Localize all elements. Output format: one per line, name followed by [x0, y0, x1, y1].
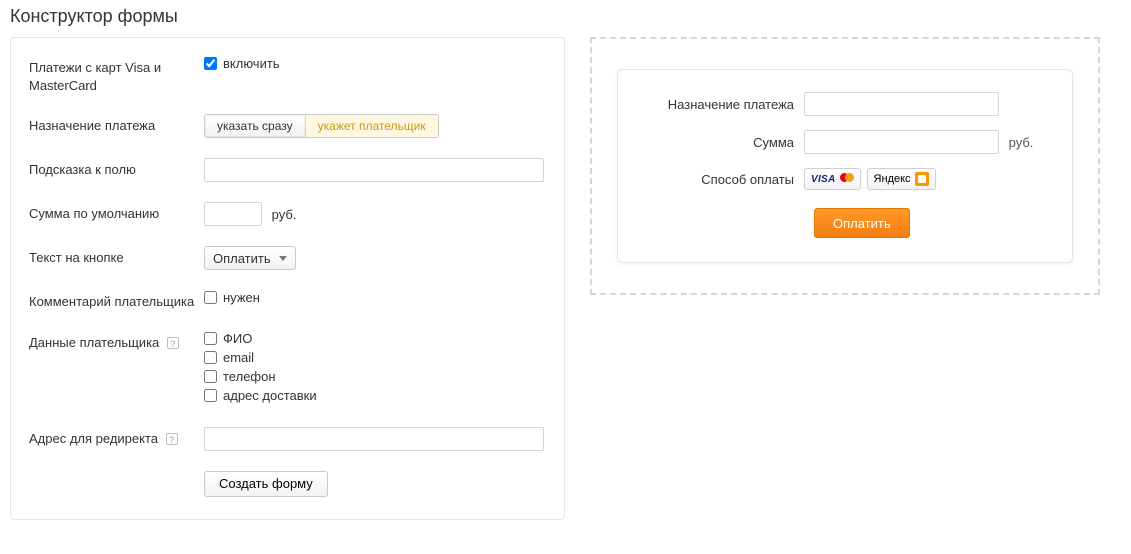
payer-phone-label: телефон — [223, 369, 276, 384]
page-title: Конструктор формы — [10, 6, 1121, 27]
mastercard-icon — [840, 173, 854, 185]
preview-amount-input[interactable] — [804, 130, 999, 154]
payer-email-label: email — [223, 350, 254, 365]
payer-address-label: адрес доставки — [223, 388, 317, 403]
payer-fio-label: ФИО — [223, 331, 252, 346]
hint-input[interactable] — [204, 158, 544, 182]
payer-phone-wrapper[interactable]: телефон — [204, 369, 546, 384]
preview-amount-label: Сумма — [644, 135, 804, 150]
comment-needed-label: нужен — [223, 290, 260, 305]
payer-phone-checkbox[interactable] — [204, 370, 217, 383]
paymethod-yandex[interactable]: Яндекс — [867, 168, 936, 190]
help-icon[interactable]: ? — [167, 337, 179, 349]
create-form-button[interactable]: Создать форму — [204, 471, 328, 497]
default-amount-input[interactable] — [204, 202, 262, 226]
preview-purpose-label: Назначение платежа — [644, 97, 804, 112]
yandex-label: Яндекс — [874, 173, 911, 185]
hint-label: Подсказка к полю — [29, 158, 204, 179]
purpose-label: Назначение платежа — [29, 114, 204, 135]
payer-data-label: Данные плательщика ? — [29, 331, 204, 352]
comment-needed-wrapper[interactable]: нужен — [204, 290, 546, 305]
cards-enable-wrapper[interactable]: включить — [204, 56, 546, 71]
cards-enable-checkbox[interactable] — [204, 57, 217, 70]
default-amount-unit: руб. — [272, 207, 297, 222]
purpose-option-payer[interactable]: укажет плательщик — [305, 115, 438, 137]
redirect-label: Адрес для редиректа ? — [29, 427, 204, 448]
preview-amount-unit: руб. — [1009, 135, 1034, 150]
help-icon[interactable]: ? — [166, 433, 178, 445]
visa-icon: VISA — [811, 174, 836, 185]
cards-label: Платежи с карт Visa и MasterCard — [29, 56, 204, 94]
payer-fio-wrapper[interactable]: ФИО — [204, 331, 546, 346]
preview-card: Назначение платежа Сумма руб. Способ опл… — [617, 69, 1073, 263]
button-text-select[interactable]: Оплатить — [204, 246, 296, 270]
yandex-icon — [915, 172, 929, 186]
purpose-toggle: указать сразу укажет плательщик — [204, 114, 439, 138]
purpose-option-now[interactable]: указать сразу — [205, 115, 305, 137]
redirect-input[interactable] — [204, 427, 544, 451]
comment-label: Комментарий плательщика — [29, 290, 204, 311]
payer-email-wrapper[interactable]: email — [204, 350, 546, 365]
payer-fio-checkbox[interactable] — [204, 332, 217, 345]
preview-panel: Назначение платежа Сумма руб. Способ опл… — [590, 37, 1100, 295]
payer-address-wrapper[interactable]: адрес доставки — [204, 388, 546, 403]
cards-enable-label: включить — [223, 56, 280, 71]
payer-address-checkbox[interactable] — [204, 389, 217, 402]
button-text-label: Текст на кнопке — [29, 246, 204, 267]
constructor-panel: Платежи с карт Visa и MasterCard включит… — [10, 37, 565, 520]
payer-email-checkbox[interactable] — [204, 351, 217, 364]
preview-pay-button[interactable]: Оплатить — [814, 208, 910, 238]
default-amount-label: Сумма по умолчанию — [29, 202, 204, 223]
button-text-value: Оплатить — [213, 251, 271, 266]
chevron-down-icon — [279, 256, 287, 261]
comment-needed-checkbox[interactable] — [204, 291, 217, 304]
preview-method-label: Способ оплаты — [644, 172, 804, 187]
paymethod-visa-mc[interactable]: VISA — [804, 168, 861, 190]
preview-purpose-input[interactable] — [804, 92, 999, 116]
